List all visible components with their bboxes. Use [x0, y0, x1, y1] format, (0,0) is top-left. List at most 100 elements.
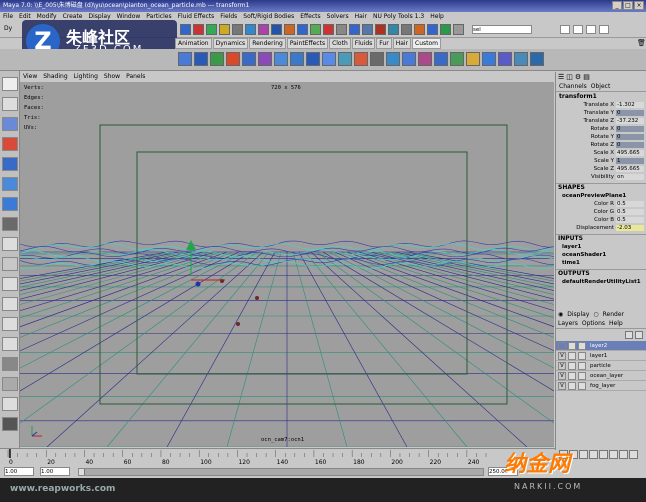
panel-toggle-2[interactable]	[573, 25, 583, 34]
rotate-tool-icon[interactable]	[2, 157, 18, 171]
shelf-tab-hair[interactable]: Hair	[392, 38, 412, 49]
start-time-field[interactable]	[4, 467, 34, 476]
playback-start-field[interactable]	[40, 467, 70, 476]
shelf-tool-icon[interactable]	[306, 52, 320, 66]
channel-row[interactable]: Translate Y0	[556, 109, 646, 117]
status-tool-icon[interactable]	[271, 24, 282, 35]
shelf-tool-icon[interactable]	[370, 52, 384, 66]
shelf-tab-fur[interactable]: Fur	[376, 38, 392, 49]
menu-fields[interactable]: Fields	[220, 12, 237, 22]
shelf-tab-fluids[interactable]: Fluids	[351, 38, 376, 49]
layout-persp-icon[interactable]	[2, 297, 18, 311]
shelf-tool-icon[interactable]	[498, 52, 512, 66]
channel-row[interactable]: Scale Z 495.665	[556, 165, 646, 173]
menu-fluid-effects[interactable]: Fluid Effects	[178, 12, 215, 22]
status-tool-icon[interactable]	[193, 24, 204, 35]
status-tool-icon[interactable]	[219, 24, 230, 35]
layer-color-swatch[interactable]	[578, 341, 586, 350]
panel-toggle-1[interactable]	[560, 25, 570, 34]
shelf-tool-icon[interactable]	[514, 52, 528, 66]
close-button[interactable]: ×	[634, 1, 644, 10]
status-tool-icon[interactable]	[388, 24, 399, 35]
channel-value-field[interactable]: -37.232	[616, 118, 644, 124]
layout-single-icon[interactable]	[2, 237, 18, 251]
shelf-tab-dynamics[interactable]: Dynamics	[212, 38, 249, 49]
layout-custom-icon[interactable]	[2, 377, 18, 391]
attribute-editor-icon[interactable]: ◫	[566, 73, 573, 81]
menu-file[interactable]: File	[3, 12, 13, 22]
status-tool-icon[interactable]	[245, 24, 256, 35]
layout-hypershade-icon[interactable]	[2, 357, 18, 371]
layer-row[interactable]: layer2	[556, 341, 646, 351]
layout-render-icon[interactable]	[2, 397, 18, 411]
layer-row[interactable]: Vocean_layer	[556, 371, 646, 381]
shelf-tab-rendering[interactable]: Rendering	[249, 38, 286, 49]
shelf-tool-icon[interactable]	[354, 52, 368, 66]
layer-visibility-toggle[interactable]: V	[558, 371, 566, 380]
channel-row[interactable]: Color R 0.5	[556, 200, 646, 208]
layer-row[interactable]: Vfog_layer	[556, 381, 646, 391]
status-tool-icon[interactable]	[297, 24, 308, 35]
panel-toggle-4[interactable]	[599, 25, 609, 34]
layout-two-icon[interactable]	[2, 277, 18, 291]
status-tool-icon[interactable]	[232, 24, 243, 35]
status-tool-icon[interactable]	[401, 24, 412, 35]
channel-row[interactable]: Rotate Y0	[556, 133, 646, 141]
shelf-tool-icon[interactable]	[290, 52, 304, 66]
layer-type-toggle[interactable]	[568, 371, 576, 380]
select-tool-icon[interactable]	[2, 77, 18, 91]
shelf-tool-icon[interactable]	[322, 52, 336, 66]
channel-row[interactable]: Color G 0.5	[556, 208, 646, 216]
connection-node[interactable]: oceanShader1	[556, 251, 646, 259]
shelf-tab-cloth[interactable]: Cloth	[329, 38, 351, 49]
new-layer-button[interactable]	[625, 331, 633, 339]
layer-row[interactable]: Vlayer1	[556, 351, 646, 361]
trash-icon[interactable]: 🗑	[637, 39, 646, 47]
panel-toggle-3[interactable]	[586, 25, 596, 34]
layer-color-swatch[interactable]	[578, 361, 586, 370]
channel-box-mode-icon[interactable]: ☰	[558, 73, 564, 81]
display-radio[interactable]: ◉	[558, 310, 563, 319]
layout-graph-icon[interactable]	[2, 337, 18, 351]
channel-value-field[interactable]: -1.302	[616, 102, 644, 108]
layer-color-swatch[interactable]	[578, 381, 586, 390]
menu-nu-poly-tools-1-3[interactable]: NU Poly Tools 1.3	[373, 12, 424, 22]
lasso-tool-icon[interactable]	[2, 97, 18, 111]
layer-visibility-toggle[interactable]: V	[558, 361, 566, 370]
scale-tool-icon[interactable]	[2, 177, 18, 191]
shelf-tool-icon[interactable]	[418, 52, 432, 66]
channel-row[interactable]: Scale X 495.665	[556, 149, 646, 157]
layer-type-toggle[interactable]	[568, 341, 576, 350]
status-tool-icon[interactable]	[180, 24, 191, 35]
connection-node[interactable]: defaultRenderUtilityList1	[556, 278, 646, 286]
shelf-tool-icon[interactable]	[434, 52, 448, 66]
channel-value-field[interactable]: 0	[616, 134, 644, 140]
tool-settings-icon[interactable]: ⚙	[575, 73, 581, 81]
channel-value-field[interactable]: 0.5	[616, 209, 644, 215]
channel-row[interactable]: Displacement -2.03	[556, 224, 646, 232]
channel-row[interactable]: Translate Z -37.232	[556, 117, 646, 125]
status-tool-icon[interactable]	[375, 24, 386, 35]
channel-value-field[interactable]: 0.5	[616, 201, 644, 207]
viewport-menu-view[interactable]: View	[23, 72, 37, 82]
menu-solvers[interactable]: Solvers	[327, 12, 349, 22]
channel-row[interactable]: Visibility on	[556, 173, 646, 181]
new-layer-selected-button[interactable]	[635, 331, 643, 339]
status-tool-icon[interactable]	[284, 24, 295, 35]
status-tool-icon[interactable]	[323, 24, 334, 35]
menu-help[interactable]: Help	[430, 12, 444, 22]
time-slider[interactable]: 0 20 40 60 80 100 120 140 160 180 200 220 240	[0, 448, 555, 466]
shelf-tool-icon[interactable]	[482, 52, 496, 66]
channel-row[interactable]: Scale Y1	[556, 157, 646, 165]
layout-outliner-icon[interactable]	[2, 317, 18, 331]
shelf-tool-icon[interactable]	[178, 52, 192, 66]
shelf-tab-custom[interactable]: Custom	[412, 38, 442, 49]
viewport-3d[interactable]: Verts: Edges: Faces: Tris: UVs: 720 x 57…	[20, 82, 554, 447]
status-tool-icon[interactable]	[336, 24, 347, 35]
shelf-tool-icon[interactable]	[530, 52, 544, 66]
layer-type-toggle[interactable]	[568, 381, 576, 390]
shelf-tool-icon[interactable]	[226, 52, 240, 66]
channel-value-field[interactable]: 0.5	[616, 217, 644, 223]
channel-row[interactable]: Color B 0.5	[556, 216, 646, 224]
channel-value-field[interactable]: -2.03	[616, 225, 644, 231]
